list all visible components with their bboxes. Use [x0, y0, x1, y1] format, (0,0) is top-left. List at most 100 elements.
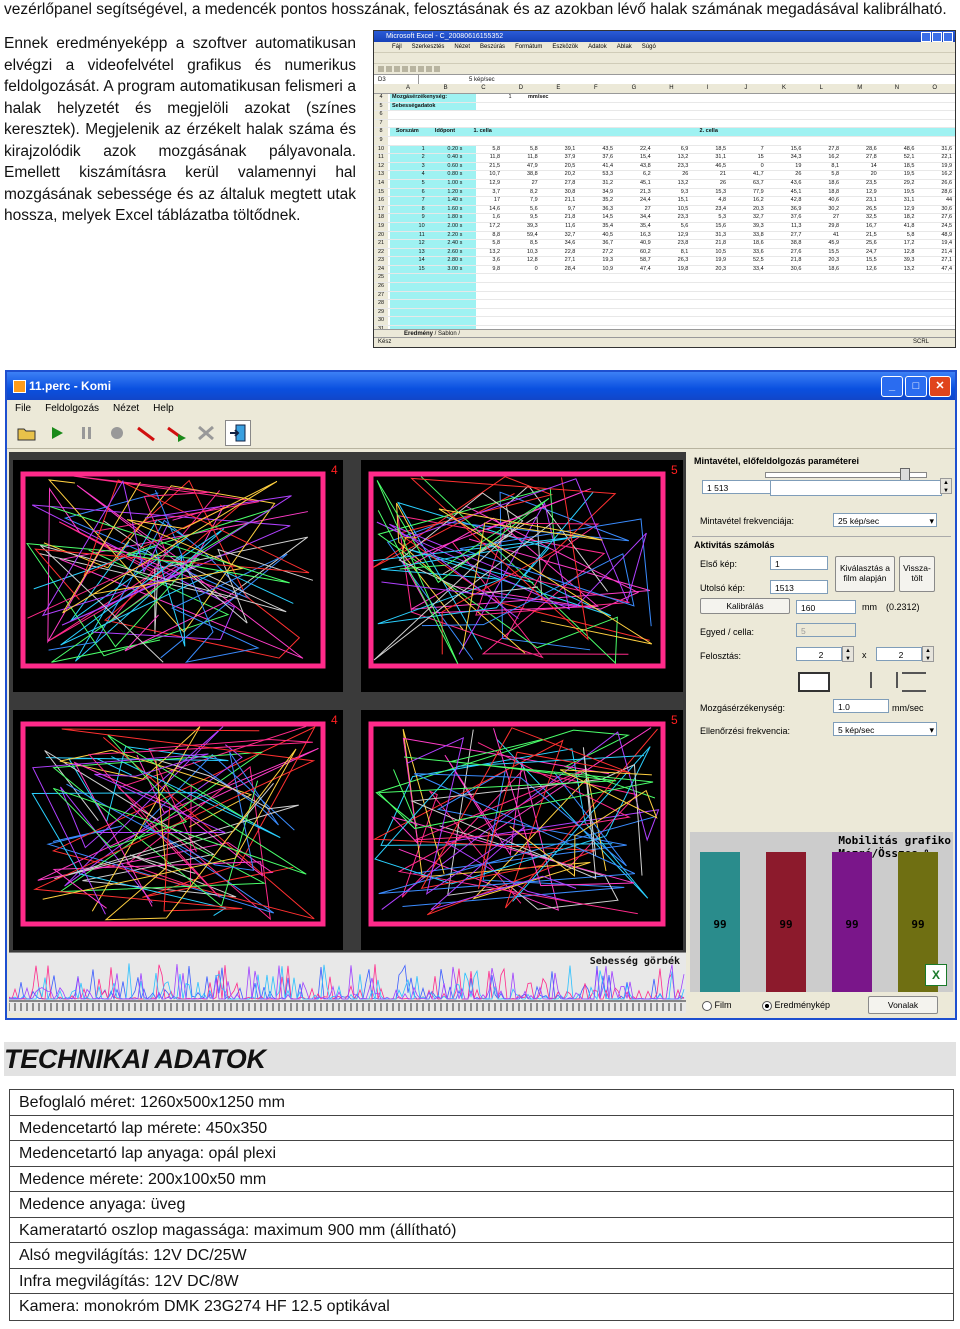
excel-cell[interactable]: 34,9 — [578, 189, 616, 197]
excel-cell[interactable]: 21,8 — [541, 214, 579, 222]
excel-menu-item[interactable]: Súgó — [642, 42, 656, 52]
grid-frame-icon[interactable] — [798, 672, 830, 692]
excel-cell[interactable]: 0 — [729, 163, 767, 171]
excel-cell[interactable]: 37,6 — [578, 154, 616, 162]
excel-cell[interactable]: 15,5 — [842, 257, 880, 265]
excel-cell[interactable]: 27,1 — [917, 257, 955, 265]
excel-cell[interactable]: 22,1 — [917, 154, 955, 162]
excel-cell[interactable]: 18,6 — [804, 180, 842, 188]
excel-cell[interactable]: 12,8 — [503, 257, 541, 265]
excel-cell[interactable]: 9 — [390, 214, 428, 222]
excel-header-cell[interactable] — [842, 128, 880, 136]
excel-cell[interactable]: 5 — [390, 180, 428, 188]
excel-cell[interactable]: 3.00 s — [428, 266, 466, 274]
excel-cell[interactable]: 0.80 s — [428, 171, 466, 179]
excel-cell[interactable]: 35,2 — [578, 197, 616, 205]
excel-column-header[interactable]: C — [481, 84, 485, 93]
excel-cell[interactable]: 27 — [503, 180, 541, 188]
excel-cell[interactable]: 27,8 — [842, 154, 880, 162]
excel-cell[interactable]: 33,4 — [729, 266, 767, 274]
excel-cell[interactable]: 11,8 — [465, 154, 503, 162]
excel-cell[interactable]: 40,9 — [616, 240, 654, 248]
excel-menu-item[interactable]: Formátum — [515, 42, 542, 52]
excel-export-icon[interactable]: X — [925, 964, 947, 986]
excel-cell[interactable]: 21 — [691, 171, 729, 179]
excel-column-header[interactable]: A — [406, 84, 410, 93]
excel-cell[interactable]: 43,8 — [616, 163, 654, 171]
excel-cell[interactable]: 1.40 s — [428, 197, 466, 205]
frame-track[interactable] — [770, 480, 942, 496]
excel-cell[interactable]: 9,8 — [465, 266, 503, 274]
excel-cell[interactable]: 27,1 — [541, 257, 579, 265]
excel-cell[interactable]: 10,7 — [465, 171, 503, 179]
sample-freq-select[interactable]: 25 kép/sec — [833, 513, 937, 528]
excel-column-header[interactable]: M — [857, 84, 862, 93]
excel-cell[interactable]: 28,4 — [541, 266, 579, 274]
excel-column-header[interactable]: E — [556, 84, 560, 93]
excel-cell[interactable]: 19,9 — [917, 163, 955, 171]
excel-column-header[interactable]: B — [444, 84, 448, 93]
excel-cell[interactable]: 16,3 — [616, 232, 654, 240]
excel-cell[interactable]: 19,4 — [917, 240, 955, 248]
minimize-button[interactable]: _ — [881, 376, 903, 397]
excel-cell[interactable]: 30,2 — [804, 206, 842, 214]
excel-column-header[interactable]: N — [895, 84, 899, 93]
excel-cell[interactable]: 45,1 — [616, 180, 654, 188]
excel-cell[interactable]: 21,8 — [767, 257, 805, 265]
excel-menu-item[interactable]: Szerkesztés — [412, 42, 445, 52]
excel-cell[interactable]: 1.80 s — [428, 214, 466, 222]
excel-cell[interactable]: 27,6 — [917, 214, 955, 222]
excel-cell[interactable]: 39,1 — [541, 146, 579, 154]
excel-cell[interactable]: 35,4 — [616, 223, 654, 231]
excel-cell[interactable]: 18,5 — [691, 146, 729, 154]
excel-cell[interactable]: 3,7 — [465, 189, 503, 197]
excel-cell[interactable]: 33,8 — [729, 232, 767, 240]
excel-cell[interactable]: 34,6 — [541, 240, 579, 248]
excel-header-cell[interactable] — [654, 128, 692, 136]
excel-cell[interactable]: 24,4 — [616, 197, 654, 205]
excel-cell[interactable]: 13,2 — [880, 266, 918, 274]
excel-cell[interactable]: 39,3 — [729, 223, 767, 231]
excel-column-header[interactable]: J — [744, 84, 747, 93]
excel-cell[interactable]: 15 — [729, 154, 767, 162]
excel-cell[interactable]: 5,8 — [880, 232, 918, 240]
excel-cell[interactable]: 32,7 — [729, 214, 767, 222]
excel-cell[interactable]: 6,9 — [654, 146, 692, 154]
excel-cell[interactable]: 14 — [390, 257, 428, 265]
excel-cell[interactable]: 26,3 — [654, 257, 692, 265]
excel-cell[interactable]: 0 — [503, 266, 541, 274]
close-button[interactable]: ✕ — [929, 376, 951, 397]
excel-cell[interactable]: 37,6 — [767, 214, 805, 222]
excel-cell[interactable]: 26 — [767, 171, 805, 179]
split-y-field[interactable]: 2 — [876, 647, 922, 661]
excel-header-cell[interactable] — [917, 128, 955, 136]
excel-cell[interactable]: 23,8 — [654, 240, 692, 248]
radio-film[interactable]: Film — [702, 1000, 732, 1011]
excel-cell[interactable]: 27 — [804, 214, 842, 222]
excel-cell[interactable]: 13,2 — [465, 249, 503, 257]
excel-cell[interactable]: 3 — [390, 163, 428, 171]
excel-cell[interactable]: 17,2 — [465, 223, 503, 231]
excel-cell[interactable]: 9,7 — [541, 206, 579, 214]
excel-cell[interactable]: 53,3 — [578, 171, 616, 179]
excel-header-cell[interactable] — [804, 128, 842, 136]
excel-cell[interactable]: 77,9 — [729, 189, 767, 197]
excel-cell[interactable]: 12,9 — [880, 206, 918, 214]
excel-cell[interactable]: 20,3 — [804, 257, 842, 265]
excel-cell[interactable]: 18,6 — [729, 240, 767, 248]
excel-cell[interactable]: 34,3 — [767, 154, 805, 162]
excel-cell[interactable]: 38,8 — [767, 240, 805, 248]
excel-cell[interactable]: 23,3 — [654, 214, 692, 222]
excel-cell[interactable]: 43,5 — [578, 146, 616, 154]
excel-cell[interactable]: 63,7 — [729, 180, 767, 188]
excel-column-header[interactable]: L — [820, 84, 823, 93]
excel-cell[interactable]: 1 — [390, 146, 428, 154]
excel-cell[interactable]: 5,8 — [465, 240, 503, 248]
excel-cell[interactable]: 5,8 — [804, 171, 842, 179]
excel-cell[interactable]: 47,9 — [503, 163, 541, 171]
menu-processing[interactable]: Feldolgozás — [45, 400, 99, 418]
excel-cell[interactable]: 2.60 s — [428, 249, 466, 257]
excel-cell[interactable]: 23,4 — [691, 206, 729, 214]
excel-cell[interactable]: 45,1 — [767, 189, 805, 197]
excel-cell[interactable]: 8,1 — [654, 249, 692, 257]
